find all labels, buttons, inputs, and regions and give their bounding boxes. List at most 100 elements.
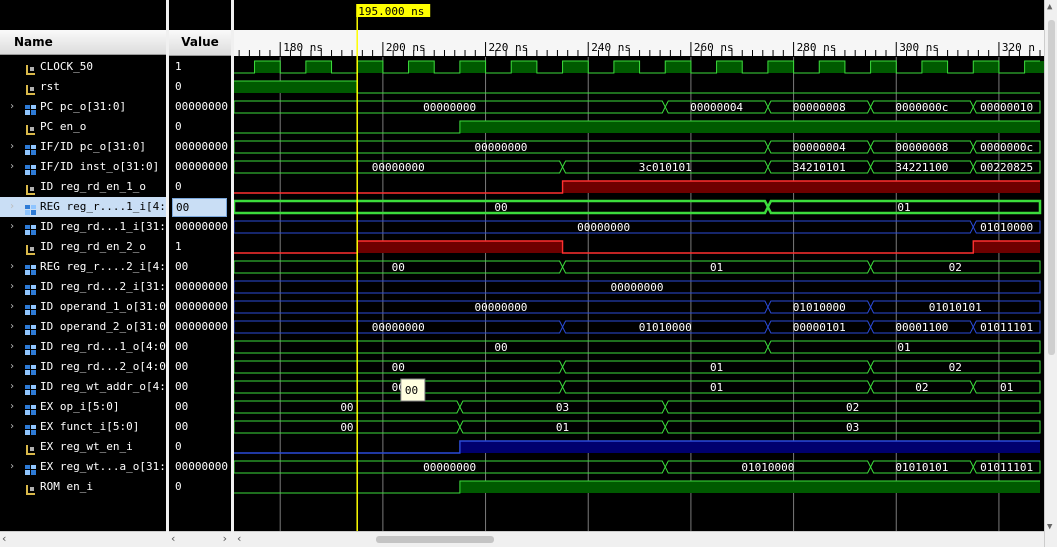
expand-chevron-icon[interactable]: › <box>9 417 15 437</box>
signal-row[interactable]: › ID reg_wt_addr_o[4:0] <box>0 377 166 397</box>
expand-chevron-icon[interactable]: › <box>9 97 15 117</box>
waveform-bit[interactable] <box>234 180 1040 194</box>
waveform-bus[interactable]: 00 01 03 <box>234 420 1041 434</box>
waveform-hscrollbar[interactable]: ‹ <box>234 531 1044 547</box>
bus-value: 01010000 <box>793 301 846 314</box>
signal-name: ID reg_rd_en_2_o <box>40 240 146 253</box>
signal-name: ID reg_rd...2_o[4:0] <box>40 360 166 373</box>
signal-row[interactable]: › IF/ID inst_o[31:0] <box>0 157 166 177</box>
expand-chevron-icon[interactable]: › <box>9 397 15 417</box>
waveform-bus[interactable]: 00000000 01010000 00000101 00001100 01011101 <box>234 320 1041 334</box>
signal-row[interactable]: › REG reg_r....2_i[4:0] <box>0 257 166 277</box>
signal-value: 00000000 <box>175 460 228 473</box>
signal-row[interactable]: › ID reg_rd...1_i[31:0] <box>0 217 166 237</box>
bus-value: 01011101 <box>980 461 1033 474</box>
signal-row[interactable]: › ID operand_2_o[31:0] <box>0 317 166 337</box>
waveform-bus[interactable]: 00000000 00000004 00000008 0000000c <box>234 140 1041 154</box>
clock-high <box>665 61 691 73</box>
signal-row[interactable]: ROM en_i <box>0 477 166 497</box>
waveform-bus[interactable]: 00 03 02 <box>234 400 1041 414</box>
signal-row[interactable]: › ID operand_1_o[31:0] <box>0 297 166 317</box>
expand-chevron-icon[interactable]: › <box>9 457 15 477</box>
waveform-clock[interactable] <box>234 60 1044 74</box>
expand-chevron-icon[interactable]: › <box>9 357 15 377</box>
clock-high <box>562 61 589 73</box>
vertical-scrollbar[interactable]: ▲ ▼ <box>1044 0 1057 547</box>
waveform-bus[interactable]: 00000000 01010000 01010101 <box>234 300 1041 314</box>
signal-row[interactable]: PC en_o <box>0 117 166 137</box>
value-column-header[interactable]: Value <box>169 30 231 56</box>
name-pane-hscrollbar[interactable]: ‹ <box>0 531 166 547</box>
ruler-tick-label: 180 ns <box>283 41 323 54</box>
expand-chevron-icon[interactable]: › <box>9 197 15 217</box>
waveform-bit[interactable] <box>234 480 1040 494</box>
value-pane-hscrollbar[interactable]: ‹ › <box>169 531 231 547</box>
bus-value: 01 <box>710 261 723 274</box>
bit-trace <box>234 240 1040 254</box>
signal-row[interactable]: › IF/ID pc_o[31:0] <box>0 137 166 157</box>
waveform-bus[interactable]: 00000000 01010000 <box>234 220 1041 234</box>
signal-row[interactable]: CLOCK_50 <box>0 57 166 77</box>
signal-row[interactable]: › EX op_i[5:0] <box>0 397 166 417</box>
expand-chevron-icon[interactable]: › <box>9 297 15 317</box>
signal-row[interactable]: › PC pc_o[31:0] <box>0 97 166 117</box>
bus-icon <box>25 282 36 295</box>
signal-row[interactable]: › EX reg_wt...a_o[31:0] <box>0 457 166 477</box>
scroll-thumb[interactable] <box>376 536 494 543</box>
expand-chevron-icon[interactable]: › <box>9 137 15 157</box>
bus-value: 01 <box>897 201 910 214</box>
bus-icon <box>25 422 36 435</box>
signal-value: 0 <box>175 480 182 493</box>
scroll-left-icon[interactable]: ‹ <box>171 532 175 545</box>
waveform-bus[interactable]: 00000000 3c010101 34210101 34221100 00220825 <box>234 160 1041 174</box>
signal-name: PC en_o <box>40 120 87 133</box>
signal-row[interactable]: › ID reg_rd...2_i[31:0] <box>0 277 166 297</box>
scroll-right-icon[interactable]: › <box>223 532 227 545</box>
waveform-bus[interactable]: 00 01 <box>234 340 1041 354</box>
waveform-bus[interactable]: 00000000 01010000 01010101 01011101 <box>234 460 1041 474</box>
waveform-bus[interactable]: 00000000 00000004 00000008 0000000c 00000010 <box>234 100 1041 114</box>
signal-row[interactable]: EX reg_wt_en_i <box>0 437 166 457</box>
bus-value: 00 <box>340 401 353 414</box>
signal-name: rst <box>40 80 60 93</box>
scroll-left-icon[interactable]: ‹ <box>2 532 6 545</box>
scroll-up-icon[interactable]: ▲ <box>1047 2 1052 12</box>
bus-value: 01 <box>556 421 569 434</box>
waveform-bus[interactable]: 00 01 02 <box>234 360 1041 374</box>
bus-value: 00 <box>392 261 405 274</box>
ruler-tick-label: 320 n <box>1002 41 1035 54</box>
expand-chevron-icon[interactable]: › <box>9 257 15 277</box>
waveform-bus[interactable]: 00000000 <box>234 280 1041 294</box>
waveform-bit[interactable] <box>234 240 1040 254</box>
vertical-scroll-thumb[interactable] <box>1048 20 1055 355</box>
signal-row[interactable]: rst <box>0 77 166 97</box>
signal-row[interactable]: › REG reg_r....1_i[4:0] <box>0 197 166 217</box>
signal-row[interactable]: ID reg_rd_en_1_o <box>0 177 166 197</box>
wire-icon <box>25 242 36 255</box>
waveform-bus[interactable]: 00 01 <box>234 199 1042 215</box>
expand-chevron-icon[interactable]: › <box>9 377 15 397</box>
signal-row[interactable]: › ID reg_rd...2_o[4:0] <box>0 357 166 377</box>
scroll-left-icon[interactable]: ‹ <box>237 532 241 545</box>
expand-chevron-icon[interactable]: › <box>9 157 15 177</box>
expand-chevron-icon[interactable]: › <box>9 337 15 357</box>
waveform-bit[interactable] <box>234 440 1040 454</box>
signal-row[interactable]: › EX funct_i[5:0] <box>0 417 166 437</box>
scroll-down-icon[interactable]: ▼ <box>1047 522 1052 532</box>
waveform-bit[interactable] <box>234 120 1040 134</box>
waveform-bus[interactable]: 00 01 02 <box>234 260 1041 274</box>
waveform-bit[interactable] <box>234 80 1040 94</box>
bus-value: 00000000 <box>423 461 476 474</box>
expand-chevron-icon[interactable]: › <box>9 317 15 337</box>
signal-row[interactable]: › ID reg_rd...1_o[4:0] <box>0 337 166 357</box>
bus-value: 03 <box>556 401 569 414</box>
expand-chevron-icon[interactable]: › <box>9 217 15 237</box>
expand-chevron-icon[interactable]: › <box>9 277 15 297</box>
waveform-pane[interactable]: 180 ns 200 ns 220 ns 240 ns 260 ns 280 ns 300 … <box>234 0 1044 547</box>
signal-row[interactable]: ID reg_rd_en_2_o <box>0 237 166 257</box>
waveform-bus[interactable]: 00 01 02 01 <box>234 380 1041 394</box>
name-column-header[interactable]: Name <box>0 30 166 55</box>
wire-icon <box>25 82 36 95</box>
waveform-canvas[interactable]: 180 ns 200 ns 220 ns 240 ns 260 ns 280 ns 300 … <box>234 0 1044 532</box>
signal-name: IF/ID pc_o[31:0] <box>40 140 146 153</box>
